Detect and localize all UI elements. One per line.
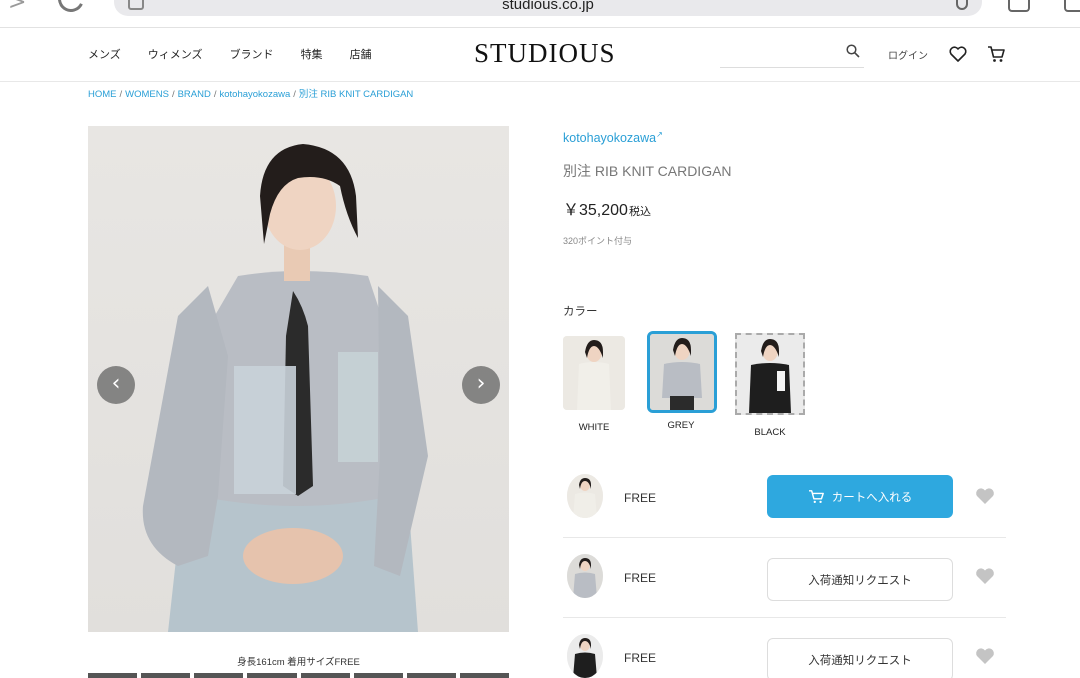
breadcrumb-kotohayokozawa[interactable]: kotohayokozawa	[220, 89, 291, 100]
chevron-left-icon[interactable]: ‹	[97, 366, 135, 404]
site-logo[interactable]: STUDIOUS	[474, 38, 616, 69]
nav-item-features[interactable]: 特集	[301, 46, 323, 62]
thumbnail[interactable]	[459, 673, 509, 678]
brand-link[interactable]: kotohayokozawa↗	[563, 130, 663, 145]
nav-item-brand[interactable]: ブランド	[230, 46, 274, 62]
thumbnail[interactable]	[247, 673, 297, 678]
thumbnail[interactable]	[353, 673, 403, 678]
thumbnail-strip[interactable]	[88, 673, 509, 678]
main-nav: メンズ ウィメンズ ブランド 特集 店舗	[88, 46, 372, 62]
product-name: 別注 RIB KNIT CARDIGAN	[563, 163, 732, 179]
favorite-heart-icon[interactable]	[974, 565, 996, 587]
search-box	[720, 42, 864, 68]
size-label: FREE	[624, 651, 657, 665]
breadcrumb-home[interactable]: HOME	[88, 89, 117, 100]
add-to-cart-label: カートへ入れる	[831, 491, 913, 504]
share-icon[interactable]	[1008, 0, 1030, 12]
thumbnail[interactable]	[88, 673, 138, 678]
url-text: studious.co.jp	[502, 0, 594, 13]
external-link-icon: ↗	[656, 130, 663, 139]
breadcrumb-current[interactable]: 別注 RIB KNIT CARDIGAN	[299, 89, 413, 100]
nav-item-stores[interactable]: 店舗	[350, 46, 372, 62]
thumbnail[interactable]	[141, 673, 191, 678]
site-header: メンズ ウィメンズ ブランド 特集 店舗 STUDIOUS ログイン	[0, 28, 1080, 82]
favorites-heart-icon[interactable]	[948, 44, 968, 64]
color-swatch-grey[interactable]	[647, 331, 717, 413]
tabs-icon[interactable]	[1064, 0, 1080, 12]
cart-icon	[808, 489, 824, 503]
browser-toolbar: > studious.co.jp	[0, 0, 1080, 28]
back-icon[interactable]: >	[8, 0, 26, 15]
chevron-right-icon[interactable]: ›	[462, 366, 500, 404]
size-thumbnail-grey	[567, 554, 603, 598]
search-input[interactable]	[720, 42, 840, 66]
nav-item-mens[interactable]: メンズ	[88, 46, 121, 62]
favorite-heart-icon[interactable]	[974, 645, 996, 667]
size-label: FREE	[624, 571, 657, 585]
color-label-black: BLACK	[754, 427, 786, 438]
color-label-white: WHITE	[578, 422, 610, 433]
size-row: FREE 入荷通知リクエスト	[563, 538, 1006, 618]
nav-item-womens[interactable]: ウィメンズ	[148, 46, 203, 62]
search-icon[interactable]	[846, 44, 860, 58]
size-thumbnail-white	[567, 474, 603, 518]
product-price: ￥35,200税込	[563, 202, 651, 219]
thumbnail[interactable]	[406, 673, 456, 678]
restock-notify-button[interactable]: 入荷通知リクエスト	[767, 558, 953, 601]
cart-icon[interactable]	[986, 44, 1006, 64]
size-row: FREE 入荷通知リクエスト	[563, 618, 1006, 678]
image-caption: 身長161cm 着用サイズFREE	[237, 657, 360, 668]
model-photo	[142, 144, 428, 632]
reload-icon[interactable]	[54, 0, 88, 16]
size-row: FREE カートへ入れる	[563, 458, 1006, 538]
breadcrumb: HOME / WOMENS / BRAND / kotohayokozawa / 別注 RIB …	[88, 89, 414, 100]
thumbnail[interactable]	[300, 673, 350, 678]
color-swatch-white[interactable]	[563, 336, 625, 410]
breadcrumb-womens[interactable]: WOMENS	[125, 89, 169, 100]
color-swatch-black[interactable]	[735, 333, 805, 415]
add-to-cart-button[interactable]: カートへ入れる	[767, 475, 953, 518]
restock-notify-button[interactable]: 入荷通知リクエスト	[767, 638, 953, 678]
address-bar[interactable]: studious.co.jp	[114, 0, 982, 16]
color-label-grey: GREY	[667, 420, 695, 431]
size-label: FREE	[624, 491, 657, 505]
thumbnail[interactable]	[194, 673, 244, 678]
size-thumbnail-black	[567, 634, 603, 678]
favorite-heart-icon[interactable]	[974, 485, 996, 507]
color-label: カラー	[563, 306, 598, 318]
breadcrumb-brand[interactable]: BRAND	[178, 89, 211, 100]
points-info: 320ポイント付与	[563, 236, 633, 246]
product-main-image[interactable]: ‹ ›	[88, 126, 509, 632]
login-link[interactable]: ログイン	[888, 47, 928, 62]
